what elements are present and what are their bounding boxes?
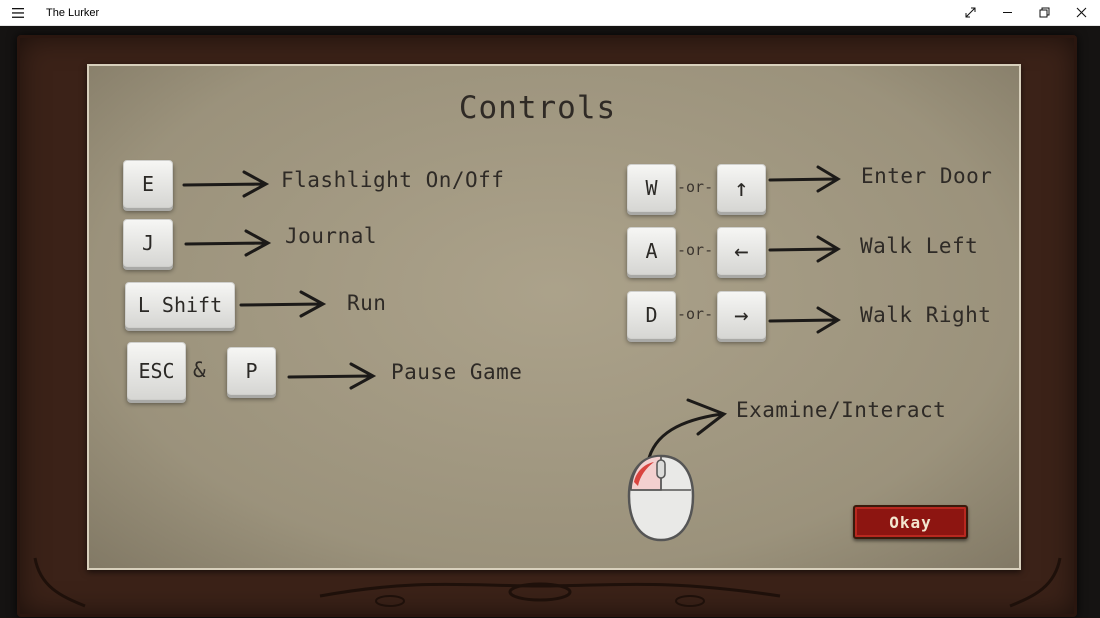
- key-j: J: [123, 219, 173, 267]
- action-walk-left: Walk Left: [860, 234, 979, 258]
- action-walk-right: Walk Right: [860, 303, 992, 327]
- controls-title: Controls: [458, 90, 617, 126]
- right-arrow-key: →: [717, 291, 766, 339]
- arrow-icon: [768, 235, 841, 263]
- or-separator: -or-: [677, 305, 714, 323]
- key-p: P: [227, 347, 276, 395]
- arrow-icon: [768, 165, 841, 193]
- or-separator: -or-: [677, 178, 714, 196]
- minimize-icon[interactable]: [989, 0, 1026, 26]
- arrow-icon: [239, 290, 327, 318]
- key-esc: ESC: [127, 342, 186, 400]
- action-enter-door: Enter Door: [861, 164, 993, 188]
- mouse-icon: [627, 454, 695, 542]
- action-flashlight: Flashlight On/Off: [281, 168, 505, 192]
- up-arrow-key: ↑: [717, 164, 766, 212]
- key-w: W: [627, 164, 676, 212]
- action-pause: Pause Game: [391, 360, 523, 384]
- action-run: Run: [347, 291, 387, 315]
- or-separator: -or-: [677, 241, 714, 259]
- action-journal: Journal: [285, 224, 378, 248]
- hamburger-icon[interactable]: [0, 0, 36, 26]
- arrow-icon: [768, 306, 841, 334]
- key-d: D: [627, 291, 676, 339]
- arrow-icon: [184, 229, 272, 257]
- arrow-icon: [287, 362, 377, 390]
- key-lshift: L Shift: [125, 282, 235, 328]
- and-separator: &: [193, 358, 207, 382]
- left-arrow-key: ←: [717, 227, 766, 275]
- window-title: The Lurker: [46, 6, 100, 19]
- game-area: Controls E Flashlight On/Off J Journal L…: [0, 26, 1100, 618]
- fullscreen-icon[interactable]: [952, 0, 989, 26]
- key-e: E: [123, 160, 173, 208]
- key-a: A: [627, 227, 676, 275]
- close-icon[interactable]: [1063, 0, 1100, 26]
- okay-button[interactable]: Okay: [853, 505, 968, 539]
- restore-icon[interactable]: [1026, 0, 1063, 26]
- action-examine: Examine/Interact: [736, 398, 947, 422]
- arrow-icon: [182, 170, 270, 198]
- title-bar: The Lurker: [0, 0, 1100, 26]
